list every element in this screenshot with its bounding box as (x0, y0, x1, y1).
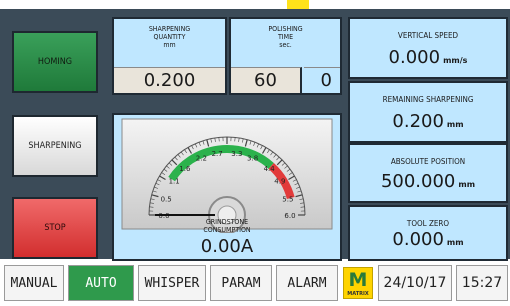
remaining-sharpening-label: REMAINING SHARPENING (382, 95, 474, 104)
polishing-time-field[interactable]: 60 (231, 67, 302, 93)
sharpening-quantity-label: SHARPENING QUANTITY mm (148, 25, 191, 49)
vertical-speed-unit: mm/s (443, 56, 468, 65)
stop-button[interactable]: STOP (12, 197, 98, 259)
tool-zero-value: 0.000 (392, 229, 444, 250)
vertical-speed-label: VERTICAL SPEED (397, 31, 459, 40)
polishing-count-readout: 0 (304, 67, 340, 93)
gauge-tick-label: 3.8 (247, 154, 258, 162)
gauge-tick-label: 1.1 (169, 178, 180, 186)
matrix-logo: M MATRIX (343, 267, 373, 299)
vertical-speed-readout: 0.000 mm/s (350, 47, 506, 68)
grindstone-consumption-value: 0.00A (200, 236, 254, 257)
grindstone-consumption-gauge-card: 0.00.51.11.62.22.73.33.84.44.95.56.0 GRI… (112, 113, 342, 261)
sharpening-quantity-field[interactable]: 0.200 (114, 67, 225, 93)
matrix-logo-text: MATRIX (347, 291, 369, 297)
absolute-position-value: 500.000 (380, 171, 456, 192)
tab-auto[interactable]: AUTO (68, 265, 134, 301)
gauge-tick-label: 1.6 (179, 165, 191, 173)
tab-param[interactable]: PARAM (210, 265, 272, 301)
control-panel: HOMING SHARPENING STOP SHARPENING QUANTI… (0, 9, 510, 261)
grindstone-consumption-gauge: 0.00.51.11.62.22.73.33.84.44.95.56.0 (121, 118, 333, 233)
indicator-lamp (287, 0, 309, 9)
tool-zero-readout: 0.000 mm (350, 229, 506, 250)
polishing-time-card: POLISHING TIME sec. 60 0 (229, 17, 342, 95)
gauge-tick-label: 0.5 (161, 196, 172, 204)
gauge-tick-label: 2.2 (196, 154, 207, 162)
vertical-speed-value: 0.000 (388, 47, 441, 68)
tab-whisper[interactable]: WHISPER (138, 265, 206, 301)
sharpening-quantity-card: SHARPENING QUANTITY mm 0.200 (112, 17, 227, 95)
tool-zero-label: TOOL ZERO (406, 219, 450, 228)
bottom-tab-bar: MANUAL AUTO WHISPER PARAM ALARM M MATRIX… (0, 262, 510, 306)
tool-zero-card[interactable]: TOOL ZERO 0.000 mm (348, 205, 508, 261)
gauge-tick-label: 4.9 (274, 178, 285, 186)
absolute-position-readout: 500.000 mm (350, 171, 506, 192)
remaining-sharpening-card: REMAINING SHARPENING 0.200 mm (348, 81, 508, 143)
tool-zero-unit: mm (446, 238, 464, 247)
homing-button[interactable]: HOMING (12, 31, 98, 93)
grindstone-consumption-label: GRINDSTONE CONSUMPTION (203, 218, 251, 234)
gauge-tick-label: 4.4 (264, 165, 276, 173)
absolute-position-unit: mm (458, 180, 476, 189)
tab-alarm[interactable]: ALARM (276, 265, 338, 301)
absolute-position-card: ABSOLUTE POSITION 500.000 mm (348, 143, 508, 203)
vertical-speed-card: VERTICAL SPEED 0.000 mm/s (348, 17, 508, 79)
gauge-tick-label: 3.3 (231, 150, 242, 158)
date-display: 24/10/17 (378, 265, 452, 301)
sharpening-button[interactable]: SHARPENING (12, 115, 98, 177)
matrix-logo-letter: M (348, 269, 368, 291)
absolute-position-label: ABSOLUTE POSITION (390, 157, 466, 166)
polishing-time-label: POLISHING TIME sec. (268, 25, 303, 49)
remaining-sharpening-value: 0.200 (392, 111, 444, 132)
tab-manual[interactable]: MANUAL (4, 265, 64, 301)
gauge-tick-label: 2.7 (212, 150, 223, 158)
remaining-sharpening-unit: mm (446, 120, 464, 129)
remaining-sharpening-readout: 0.200 mm (350, 111, 506, 132)
time-display: 15:27 (456, 265, 508, 301)
gauge-tick-label: 5.5 (282, 196, 293, 204)
